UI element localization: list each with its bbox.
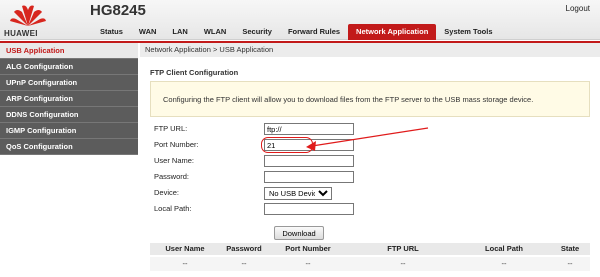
ftp-url-label: FTP URL:	[154, 124, 188, 133]
table-cell: --	[567, 259, 573, 268]
ftp-url-input[interactable]	[264, 123, 354, 135]
local-path-label: Local Path:	[154, 204, 192, 213]
tab-wan[interactable]: WAN	[131, 24, 165, 40]
form-row-local-path: Local Path:	[150, 201, 590, 217]
sidebar-item-upnp-configuration[interactable]: UPnP Configuration	[0, 75, 138, 91]
port-number-label: Port Number:	[154, 140, 199, 149]
tab-status[interactable]: Status	[92, 24, 131, 40]
tab-forward-rules[interactable]: Forward Rules	[280, 24, 348, 40]
tab-wlan[interactable]: WLAN	[196, 24, 235, 40]
password-label: Password:	[154, 172, 190, 181]
breadcrumb: Network Application > USB Application	[140, 43, 600, 57]
table-cell: --	[241, 259, 247, 268]
col-header-password: Password	[226, 244, 262, 253]
password-input[interactable]	[264, 171, 354, 183]
col-header-user-name: User Name	[165, 244, 205, 253]
main-nav-tabs: Status WAN LAN WLAN Security Forward Rul…	[92, 24, 501, 40]
sidebar-item-alg-configuration[interactable]: ALG Configuration	[0, 59, 138, 75]
table-row: -- -- -- -- -- --	[150, 257, 590, 271]
section-title: FTP Client Configuration	[150, 68, 239, 77]
sidebar-item-usb-application[interactable]: USB Application	[0, 43, 138, 59]
ftp-client-form: FTP URL: Port Number: User Name: Passwor…	[150, 121, 590, 240]
col-header-port-number: Port Number	[285, 244, 331, 253]
sidebar-item-ddns-configuration[interactable]: DDNS Configuration	[0, 107, 138, 123]
info-text: Configuring the FTP client will allow yo…	[163, 95, 534, 104]
device-model-title: HG8245	[90, 2, 146, 19]
col-header-state: State	[560, 244, 580, 253]
local-path-input[interactable]	[264, 203, 354, 215]
device-select[interactable]: No USB Device	[264, 187, 332, 200]
form-row-user-name: User Name:	[150, 153, 590, 169]
download-button[interactable]: Download	[274, 226, 324, 240]
tab-network-application[interactable]: Network Application	[348, 24, 437, 40]
tab-lan[interactable]: LAN	[164, 24, 195, 40]
table-header: User Name Password Port Number FTP URL L…	[150, 243, 590, 255]
port-number-input[interactable]	[264, 139, 354, 151]
logout-link[interactable]: Logout	[566, 4, 590, 13]
device-label: Device:	[154, 188, 180, 197]
form-row-password: Password:	[150, 169, 590, 185]
form-row-port-number: Port Number:	[150, 137, 590, 153]
table-cell: --	[305, 259, 311, 268]
top-header: HUAWEI HG8245 Logout Status WAN LAN WLAN…	[0, 0, 600, 40]
form-row-device: Device: No USB Device	[150, 185, 590, 201]
user-name-label: User Name:	[154, 156, 195, 165]
sidebar-item-igmp-configuration[interactable]: IGMP Configuration	[0, 123, 138, 139]
main-content: Network Application > USB Application FT…	[140, 43, 600, 277]
brand-label: HUAWEI	[4, 29, 38, 38]
tab-security[interactable]: Security	[234, 24, 280, 40]
table-cell: --	[182, 259, 188, 268]
ftp-tasks-table: User Name Password Port Number FTP URL L…	[150, 243, 590, 271]
tab-system-tools[interactable]: System Tools	[436, 24, 500, 40]
sidebar-item-qos-configuration[interactable]: QoS Configuration	[0, 139, 138, 155]
sidebar-item-arp-configuration[interactable]: ARP Configuration	[0, 91, 138, 107]
user-name-input[interactable]	[264, 155, 354, 167]
table-cell: --	[400, 259, 406, 268]
col-header-ftp-url: FTP URL	[387, 244, 419, 253]
col-header-local-path: Local Path	[485, 244, 523, 253]
info-box: Configuring the FTP client will allow yo…	[150, 81, 590, 117]
table-cell: --	[501, 259, 507, 268]
sidebar: USB Application ALG Configuration UPnP C…	[0, 43, 138, 277]
form-row-ftp-url: FTP URL:	[150, 121, 590, 137]
